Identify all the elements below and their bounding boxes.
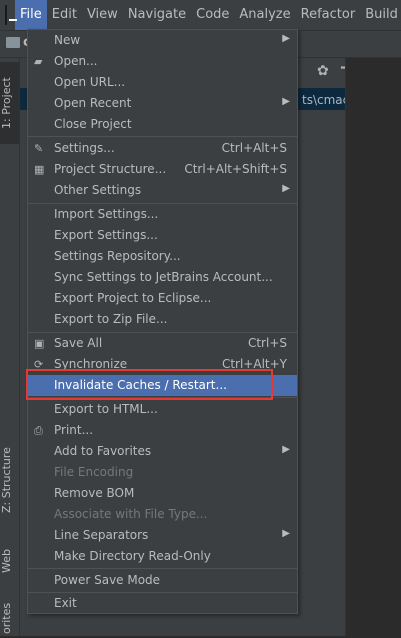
menu-item-save-all[interactable]: ▣ Save All Ctrl+S — [28, 333, 297, 354]
menu-file[interactable]: File — [15, 0, 47, 30]
project-structure-icon: ▦ — [34, 163, 45, 176]
menu-item-line-separators[interactable]: Line Separators ▶ — [28, 525, 297, 546]
menu-item-synchronize[interactable]: ⟳ Synchronize Ctrl+Alt+Y — [28, 354, 297, 375]
menu-item-new[interactable]: New ▶ — [28, 30, 297, 51]
menu-build[interactable]: Build — [360, 0, 401, 30]
menu-item-invalidate-caches[interactable]: Invalidate Caches / Restart... — [28, 375, 297, 396]
menu-bar: File Edit View Navigate Code Analyze Ref… — [0, 0, 401, 31]
wrench-icon: ✎ — [34, 142, 44, 155]
menu-item-sync-settings[interactable]: Sync Settings to JetBrains Account... — [28, 267, 297, 288]
menu-item-export-eclipse[interactable]: Export Project to Eclipse... — [28, 288, 297, 309]
menu-view[interactable]: View — [82, 0, 123, 30]
menu-separator — [28, 568, 297, 569]
file-menu-dropdown: New ▶ ▰ Open... Open URL... Open Recent … — [27, 29, 298, 614]
tab-structure[interactable]: Z: Structure — [0, 444, 19, 516]
save-icon: ▣ — [34, 337, 45, 350]
menu-item-export-html[interactable]: Export to HTML... — [28, 399, 297, 420]
menu-separator — [28, 397, 297, 398]
menu-item-close-project[interactable]: Close Project — [28, 114, 297, 135]
menu-item-open[interactable]: ▰ Open... — [28, 51, 297, 72]
left-tool-strip: 1: Project Z: Structure Web orites — [0, 58, 20, 636]
menu-navigate[interactable]: Navigate — [123, 0, 191, 30]
menu-item-add-to-favorites[interactable]: Add to Favorites ▶ — [28, 441, 297, 462]
menu-analyze[interactable]: Analyze — [234, 0, 295, 30]
submenu-arrow-icon: ▶ — [282, 444, 290, 455]
gear-icon[interactable]: ✿ — [317, 63, 329, 79]
menu-item-print[interactable]: ⎙ Print... — [28, 420, 297, 441]
project-path-text: ts\cmac — [302, 93, 350, 107]
intellij-logo-icon — [5, 5, 17, 25]
menu-item-settings-repository[interactable]: Settings Repository... — [28, 246, 297, 267]
menu-item-export-zip[interactable]: Export to Zip File... — [28, 309, 297, 330]
menu-item-settings[interactable]: ✎ Settings... Ctrl+Alt+S — [28, 138, 297, 159]
menu-item-make-read-only[interactable]: Make Directory Read-Only — [28, 546, 297, 567]
folder-icon — [6, 37, 20, 48]
submenu-arrow-icon: ▶ — [282, 33, 290, 44]
menu-item-file-encoding: File Encoding — [54, 465, 134, 479]
tab-web[interactable]: Web — [0, 538, 19, 584]
tab-favorites[interactable]: orites — [0, 598, 19, 638]
menu-item-open-url[interactable]: Open URL... — [28, 72, 297, 93]
menu-item-associate-file-type: Associate with File Type... — [54, 507, 208, 521]
folder-open-icon: ▰ — [34, 55, 43, 68]
menu-refactor[interactable]: Refactor — [296, 0, 361, 30]
menu-edit[interactable]: Edit — [47, 0, 82, 30]
printer-icon: ⎙ — [34, 424, 43, 437]
menu-item-remove-bom[interactable]: Remove BOM — [28, 483, 297, 504]
submenu-arrow-icon: ▶ — [282, 183, 290, 194]
menu-item-exit[interactable]: Exit — [28, 593, 297, 614]
menu-item-power-save-mode[interactable]: Power Save Mode — [28, 570, 297, 591]
menu-item-export-settings[interactable]: Export Settings... — [28, 225, 297, 246]
tab-project[interactable]: 1: Project — [0, 62, 19, 144]
submenu-arrow-icon: ▶ — [282, 96, 290, 107]
editor-area — [345, 58, 401, 636]
menu-item-open-recent[interactable]: Open Recent ▶ — [28, 93, 297, 114]
submenu-arrow-icon: ▶ — [282, 528, 290, 539]
menu-item-other-settings[interactable]: Other Settings ▶ — [28, 180, 297, 201]
menu-separator — [28, 136, 297, 137]
sync-icon: ⟳ — [34, 358, 44, 371]
menu-item-import-settings[interactable]: Import Settings... — [28, 204, 297, 225]
menu-item-project-structure[interactable]: ▦ Project Structure... Ctrl+Alt+Shift+S — [28, 159, 297, 180]
menu-code[interactable]: Code — [191, 0, 234, 30]
